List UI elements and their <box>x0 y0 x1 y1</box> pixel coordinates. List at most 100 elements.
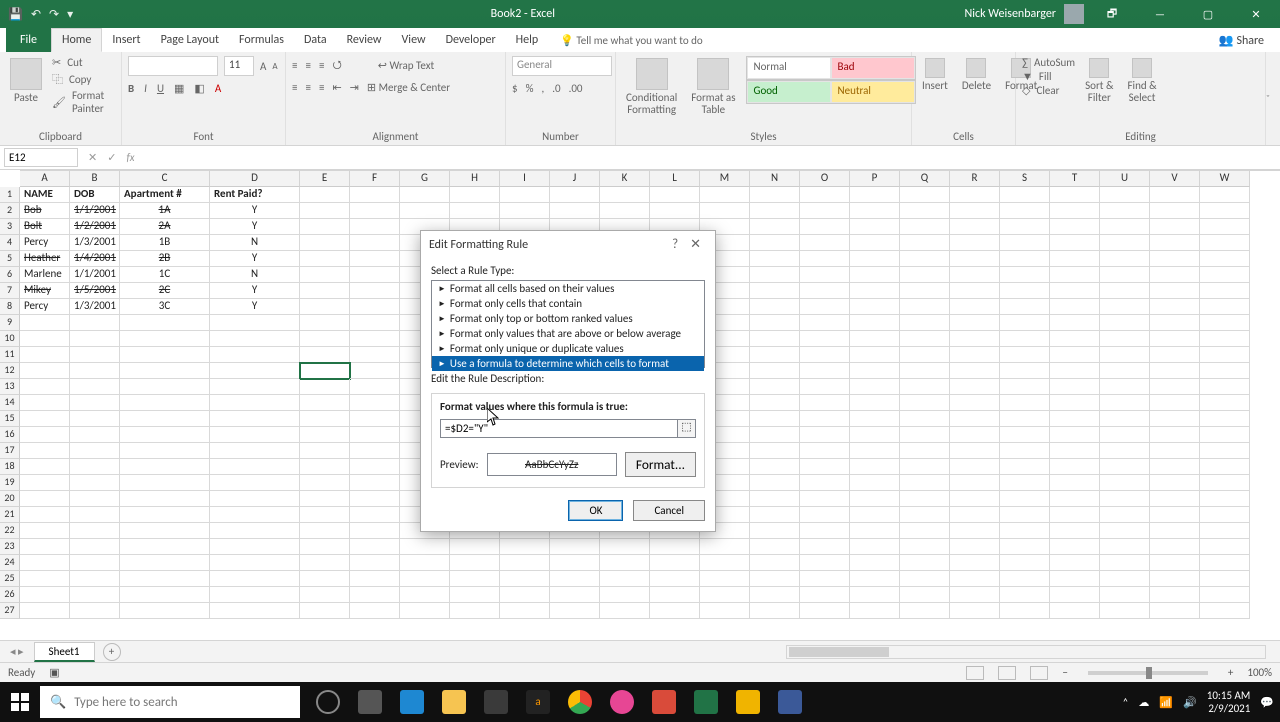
taskbar-search[interactable]: 🔍 Type here to search <box>40 686 300 718</box>
cancel-formula-icon[interactable]: ✕ <box>88 151 97 164</box>
cell[interactable] <box>1000 443 1050 459</box>
cell[interactable] <box>750 443 800 459</box>
cell[interactable]: 1/2/2001 <box>70 219 120 235</box>
cell[interactable] <box>800 251 850 267</box>
cell[interactable] <box>20 507 70 523</box>
cell[interactable] <box>1100 283 1150 299</box>
cell[interactable] <box>70 427 120 443</box>
cell[interactable] <box>850 331 900 347</box>
autosum-button[interactable]: ∑ AutoSum <box>1022 56 1075 69</box>
cell[interactable] <box>1150 379 1200 395</box>
cell[interactable] <box>1200 523 1250 539</box>
conditional-formatting-button[interactable]: Conditional Formatting <box>622 56 681 118</box>
cell[interactable] <box>850 203 900 219</box>
cell[interactable] <box>1050 283 1100 299</box>
cell[interactable] <box>850 251 900 267</box>
cell[interactable]: Bob <box>20 203 70 219</box>
cell[interactable]: 2A <box>120 219 210 235</box>
cell[interactable] <box>300 283 350 299</box>
row-header[interactable]: 21 <box>0 507 20 523</box>
cell[interactable] <box>750 331 800 347</box>
cell[interactable] <box>1050 187 1100 203</box>
cell[interactable] <box>1100 523 1150 539</box>
cell[interactable] <box>1050 331 1100 347</box>
cell[interactable] <box>20 539 70 555</box>
cell[interactable] <box>1100 219 1150 235</box>
cell[interactable] <box>1150 603 1200 619</box>
cell[interactable] <box>1000 267 1050 283</box>
align-right-icon[interactable]: ≡ <box>319 81 324 94</box>
cell[interactable] <box>300 475 350 491</box>
cell[interactable] <box>1150 187 1200 203</box>
cell[interactable] <box>350 363 400 379</box>
cell[interactable] <box>950 587 1000 603</box>
cell[interactable] <box>900 187 950 203</box>
cell[interactable] <box>20 379 70 395</box>
cell[interactable] <box>70 395 120 411</box>
cell[interactable] <box>950 491 1000 507</box>
cell[interactable] <box>1150 475 1200 491</box>
cell[interactable] <box>120 331 210 347</box>
dropbox-icon[interactable] <box>476 682 516 722</box>
excel-icon[interactable] <box>686 682 726 722</box>
column-header[interactable]: P <box>850 171 900 187</box>
cell[interactable] <box>210 459 300 475</box>
cell[interactable] <box>600 555 650 571</box>
cell[interactable] <box>850 459 900 475</box>
cell[interactable] <box>20 587 70 603</box>
cell[interactable] <box>950 267 1000 283</box>
cell[interactable] <box>1150 331 1200 347</box>
cell[interactable] <box>400 539 450 555</box>
cortana-icon[interactable] <box>308 682 348 722</box>
cell[interactable] <box>1100 331 1150 347</box>
cell[interactable] <box>1200 395 1250 411</box>
clear-button[interactable]: ◇ Clear <box>1022 84 1075 97</box>
cell[interactable] <box>300 411 350 427</box>
cell[interactable] <box>900 379 950 395</box>
cell[interactable] <box>750 491 800 507</box>
cell[interactable] <box>1000 507 1050 523</box>
cell[interactable] <box>1050 523 1100 539</box>
cell[interactable] <box>800 539 850 555</box>
cell[interactable] <box>450 555 500 571</box>
cell[interactable] <box>700 571 750 587</box>
cell[interactable] <box>750 555 800 571</box>
row-header[interactable]: 7 <box>0 283 20 299</box>
cell[interactable] <box>850 395 900 411</box>
cell[interactable] <box>900 587 950 603</box>
cell[interactable] <box>1000 603 1050 619</box>
cell[interactable] <box>900 395 950 411</box>
cell[interactable]: 1/5/2001 <box>70 283 120 299</box>
cell[interactable] <box>600 603 650 619</box>
cell[interactable] <box>300 347 350 363</box>
cell[interactable] <box>500 555 550 571</box>
tray-cloud-icon[interactable]: ☁ <box>1138 696 1149 709</box>
cell[interactable] <box>550 539 600 555</box>
decrease-font-icon[interactable]: A <box>272 61 277 72</box>
itunes-icon[interactable] <box>602 682 642 722</box>
cell[interactable] <box>300 523 350 539</box>
cell[interactable] <box>1150 299 1200 315</box>
cell[interactable] <box>210 571 300 587</box>
cell[interactable] <box>1200 347 1250 363</box>
cell[interactable] <box>1100 363 1150 379</box>
cell[interactable] <box>210 315 300 331</box>
cell[interactable] <box>350 427 400 443</box>
cell[interactable] <box>1050 427 1100 443</box>
cell[interactable] <box>750 219 800 235</box>
column-header[interactable]: N <box>750 171 800 187</box>
tray-wifi-icon[interactable]: 📶 <box>1159 696 1173 709</box>
cell[interactable] <box>1000 571 1050 587</box>
cell[interactable] <box>1050 475 1100 491</box>
cell[interactable] <box>1000 203 1050 219</box>
cell[interactable] <box>350 411 400 427</box>
cell[interactable] <box>120 555 210 571</box>
cell[interactable] <box>400 587 450 603</box>
amazon-icon[interactable]: a <box>518 682 558 722</box>
cell[interactable] <box>950 283 1000 299</box>
cancel-button[interactable]: Cancel <box>633 500 705 521</box>
cell[interactable] <box>850 571 900 587</box>
row-header[interactable]: 15 <box>0 411 20 427</box>
cell[interactable] <box>1200 219 1250 235</box>
cell[interactable] <box>120 491 210 507</box>
